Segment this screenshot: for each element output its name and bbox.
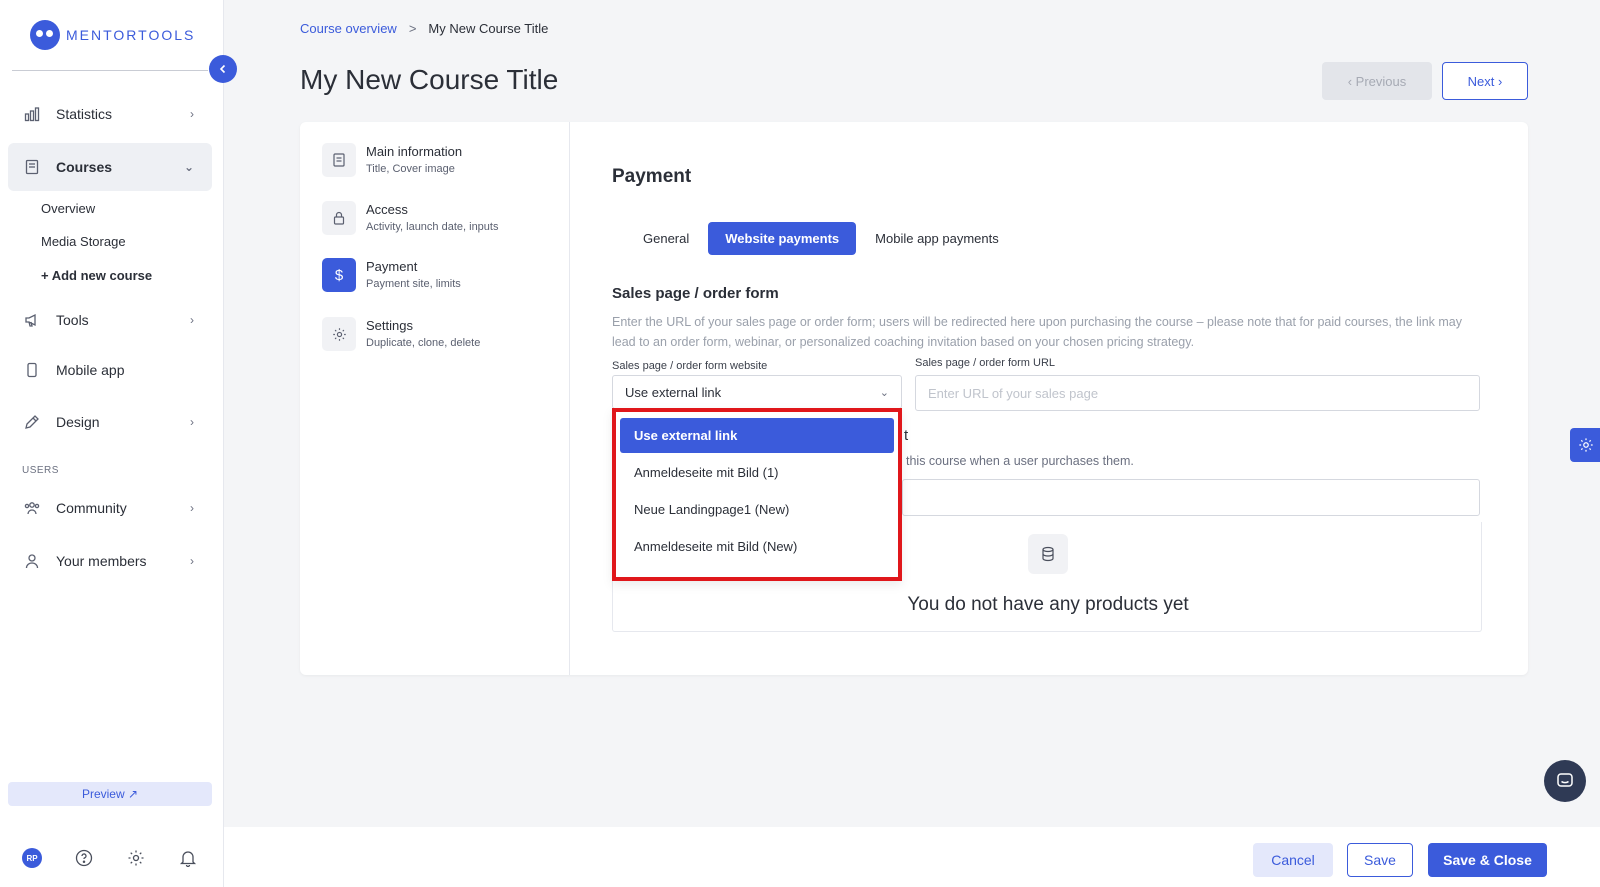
chat-button[interactable]	[1544, 760, 1586, 802]
products-title: t	[904, 427, 909, 444]
payment-tabs: General Website payments Mobile app paym…	[626, 222, 1016, 255]
sidebar-item-label: Mobile app	[56, 362, 125, 378]
chevron-right-icon: ›	[190, 501, 194, 515]
sidebar-item-tools[interactable]: Tools ›	[8, 296, 212, 344]
avatar[interactable]: RP	[22, 848, 42, 868]
page-title: My New Course Title	[300, 64, 559, 95]
chevron-right-icon: ›	[190, 313, 194, 327]
step-title: Main information	[366, 144, 463, 159]
chevron-down-icon: ⌄	[879, 386, 889, 399]
step-title: Access	[366, 202, 408, 217]
database-icon	[1028, 534, 1068, 574]
breadcrumb-course-overview[interactable]: Course overview	[300, 21, 397, 36]
sales-url-input[interactable]	[915, 375, 1480, 411]
sales-page-description: Enter the URL of your sales page or orde…	[612, 315, 1462, 349]
tab-general[interactable]: General	[626, 222, 706, 255]
sidebar-subitem-add-course[interactable]: + Add new course	[41, 268, 152, 283]
chevron-right-icon: ›	[190, 107, 194, 121]
gear-icon[interactable]	[126, 848, 146, 868]
bar-chart-icon	[23, 105, 41, 123]
sidebar-item-label: Design	[56, 414, 100, 430]
step-settings[interactable]: Settings Duplicate, clone, delete	[322, 317, 480, 351]
sidebar-subitem-overview[interactable]: Overview	[41, 201, 95, 216]
sidebar-item-community[interactable]: Community ›	[8, 484, 212, 532]
collapse-sidebar-button[interactable]	[209, 55, 237, 83]
users-icon	[23, 499, 41, 517]
sidebar-item-label: Statistics	[56, 106, 113, 122]
cancel-button[interactable]: Cancel	[1253, 843, 1333, 877]
payment-title: Payment	[612, 166, 692, 187]
previous-button[interactable]: ‹ Previous	[1322, 62, 1432, 100]
sidebar-item-label: Tools	[56, 312, 89, 328]
pen-icon	[23, 413, 41, 431]
logo-icon	[30, 20, 60, 50]
step-subtitle: Payment site, limits	[366, 278, 461, 290]
mobile-icon	[23, 361, 41, 379]
dropdown-option[interactable]: Anmeldeseite mit Bild (1)	[620, 455, 894, 490]
tab-mobile-app-payments[interactable]: Mobile app payments	[858, 222, 1016, 255]
products-select[interactable]	[902, 479, 1480, 516]
dropdown-option[interactable]: Anmeldeseite mit Bild (New)	[620, 529, 894, 564]
sidebar-item-design[interactable]: Design ›	[8, 398, 212, 446]
products-description: this course when a user purchases them.	[906, 454, 1134, 468]
step-subtitle: Title, Cover image	[366, 163, 455, 175]
chat-icon	[1557, 773, 1573, 787]
sidebar-item-your-members[interactable]: Your members ›	[8, 537, 212, 585]
breadcrumb-separator: >	[408, 21, 417, 36]
chevron-down-icon: ⌄	[183, 160, 194, 174]
sidebar-item-label: Courses	[56, 159, 113, 175]
settings-panel-button[interactable]	[1570, 428, 1600, 462]
step-access[interactable]: Access Activity, launch date, inputs	[322, 201, 498, 235]
user-icon	[23, 552, 41, 570]
sidebar-footer-icons: RP	[22, 848, 198, 868]
step-main-information[interactable]: Main information Title, Cover image	[322, 143, 462, 177]
chevron-right-icon: ›	[190, 554, 194, 568]
sales-url-label: Sales page / order form URL	[915, 357, 1056, 369]
save-button[interactable]: Save	[1347, 843, 1413, 877]
save-close-button[interactable]: Save & Close	[1428, 843, 1547, 877]
sidebar-item-label: Your members	[56, 553, 147, 569]
sidebar-item-label: Community	[56, 500, 127, 516]
step-subtitle: Duplicate, clone, delete	[366, 337, 481, 349]
select-value: Use external link	[625, 384, 722, 400]
steps-divider	[569, 122, 570, 675]
preview-button[interactable]: Preview ↗	[8, 782, 212, 806]
sales-website-label: Sales page / order form website	[612, 360, 768, 372]
help-icon[interactable]	[74, 848, 94, 868]
section-label-users: USERS	[22, 465, 59, 476]
step-title: Payment	[366, 259, 418, 274]
dollar-icon: $	[322, 258, 356, 292]
sales-website-dropdown: Use external link Anmeldeseite mit Bild …	[612, 408, 902, 581]
sidebar-subitem-media-storage[interactable]: Media Storage	[41, 234, 126, 249]
logo-text: MENTORTOOLS	[66, 27, 196, 43]
dropdown-option[interactable]: Neue Landingpage1 (New)	[620, 492, 894, 527]
course-editor-card: Main information Title, Cover image Acce…	[300, 122, 1528, 675]
tab-website-payments[interactable]: Website payments	[708, 222, 857, 255]
chevron-right-icon: ›	[190, 415, 194, 429]
gear-icon	[1579, 438, 1593, 452]
chevron-left-icon	[219, 64, 226, 74]
breadcrumb: Course overview > My New Course Title	[300, 21, 548, 36]
lock-icon	[322, 201, 356, 235]
megaphone-icon	[23, 311, 41, 329]
breadcrumb-current: My New Course Title	[428, 21, 549, 36]
step-subtitle: Activity, launch date, inputs	[366, 221, 499, 233]
sales-website-select[interactable]: Use external link ⌄	[612, 375, 902, 409]
document-icon	[322, 143, 356, 177]
sidebar-item-courses[interactable]: Courses ⌄	[8, 143, 212, 191]
sidebar: MENTORTOOLS Statistics › Courses ⌄ Overv…	[0, 0, 224, 887]
sidebar-item-mobile-app[interactable]: Mobile app	[8, 346, 212, 394]
dropdown-option-external-link[interactable]: Use external link	[620, 418, 894, 453]
next-button[interactable]: Next ›	[1442, 62, 1528, 100]
step-payment[interactable]: $ Payment Payment site, limits	[322, 258, 461, 292]
sidebar-divider	[12, 70, 208, 71]
bell-icon[interactable]	[178, 848, 198, 868]
book-icon	[23, 158, 41, 176]
sidebar-item-statistics[interactable]: Statistics ›	[8, 90, 212, 138]
gear-icon	[322, 317, 356, 351]
sales-page-title: Sales page / order form	[612, 285, 779, 302]
logo[interactable]: MENTORTOOLS	[30, 20, 195, 50]
step-title: Settings	[366, 318, 413, 333]
empty-state-text: You do not have any products yet	[907, 594, 1189, 615]
